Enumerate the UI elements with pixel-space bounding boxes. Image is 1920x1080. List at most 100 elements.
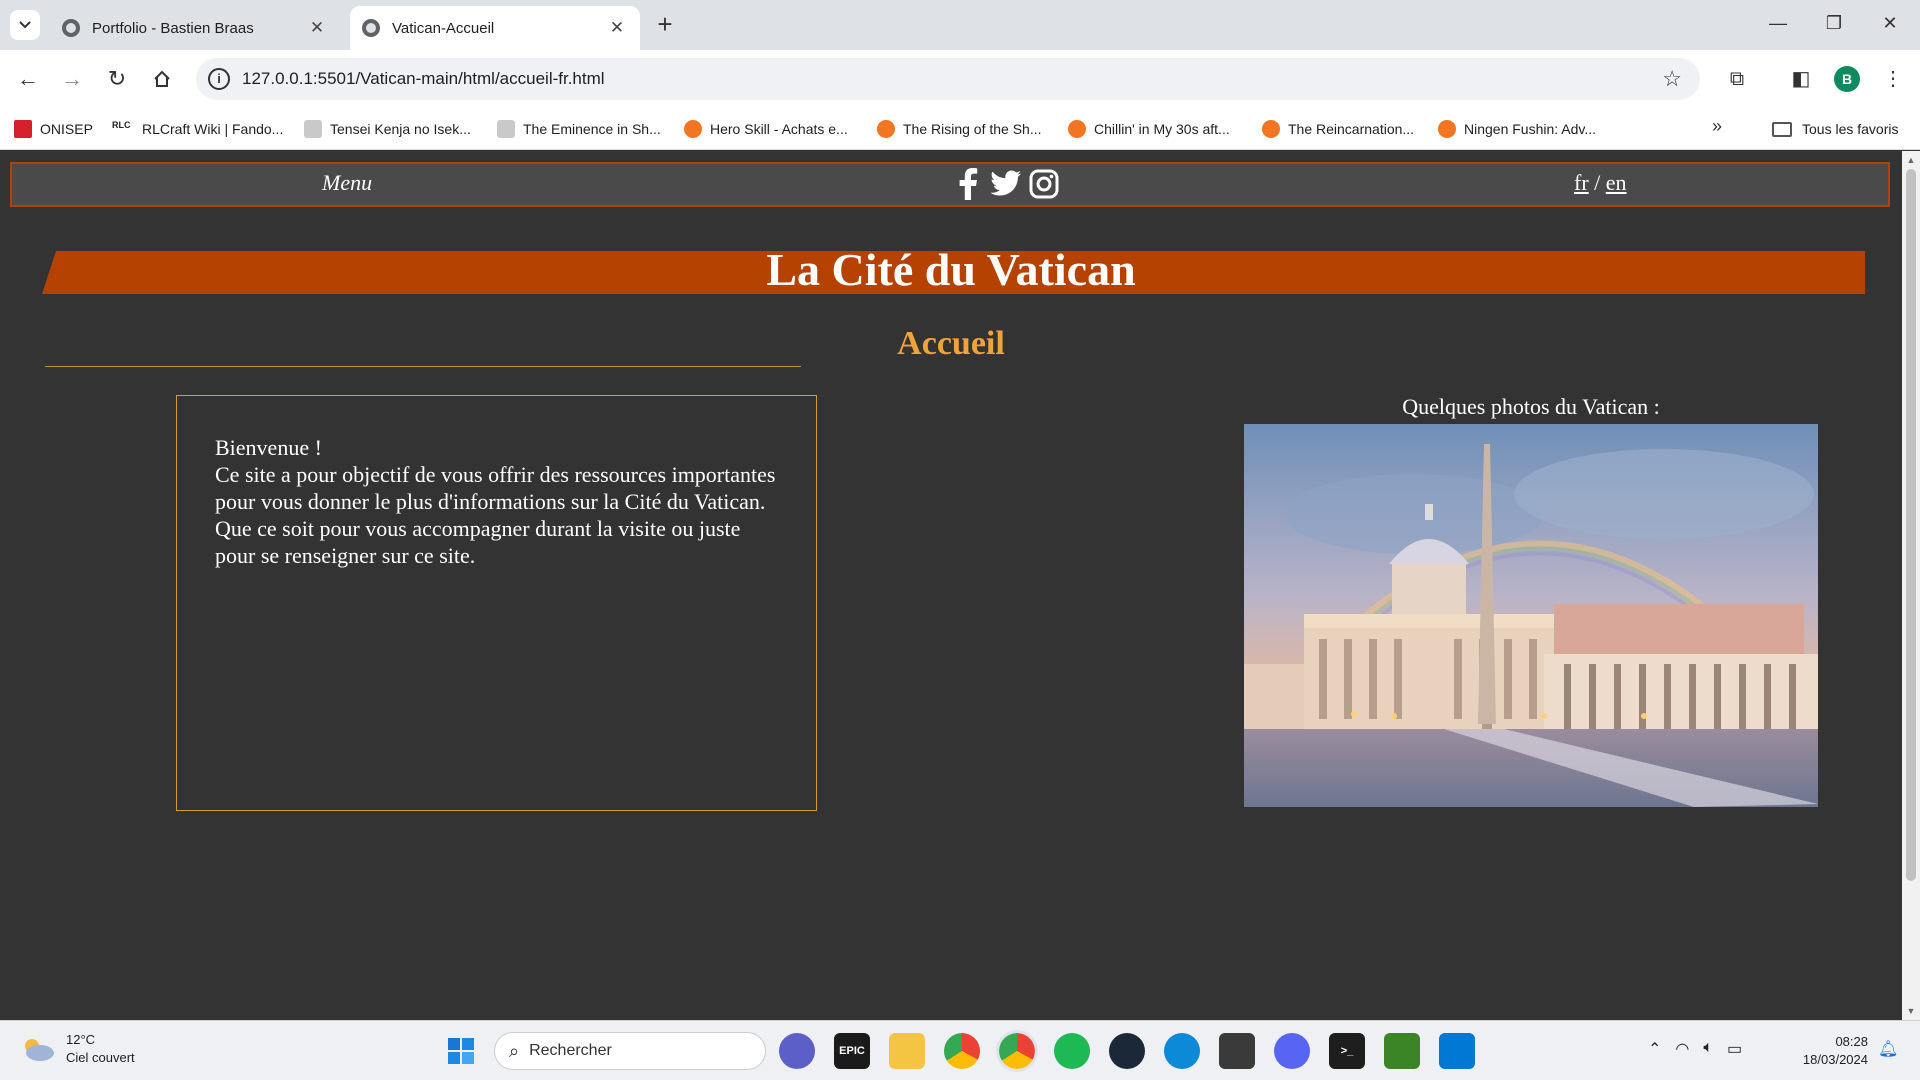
volume-icon[interactable]: 🔈︎ <box>1703 1039 1713 1059</box>
page-title: La Cité du Vatican <box>766 244 1136 295</box>
scrollbar-thumb[interactable] <box>1906 169 1916 881</box>
bookmark-rlcraft[interactable]: RLC RLCraft Wiki | Fando... <box>112 116 283 142</box>
reload-button[interactable]: ↻ <box>101 63 133 95</box>
tab-search-button[interactable] <box>10 10 40 40</box>
tab-title: Portfolio - Bastien Braas <box>92 19 254 37</box>
manga-icon <box>497 120 515 138</box>
close-tab-icon[interactable]: ✕ <box>306 18 328 38</box>
close-window-button[interactable]: ✕ <box>1870 8 1910 38</box>
weather-desc: Ciel couvert <box>66 1050 135 1065</box>
bookmark-label: The Eminence in Sh... <box>523 121 661 137</box>
search-icon: ⌕ <box>509 1040 520 1061</box>
bookmark-label: The Rising of the Sh... <box>903 121 1042 137</box>
bookmark-eminence[interactable]: The Eminence in Sh... <box>497 116 661 142</box>
vscode-icon[interactable] <box>1439 1033 1475 1069</box>
clock-date: 18/03/2024 <box>1802 1052 1868 1067</box>
minimize-button[interactable]: — <box>1758 8 1798 38</box>
clock-time: 08:28 <box>1835 1034 1868 1049</box>
restore-button[interactable]: ❐ <box>1814 8 1854 38</box>
tab-vatican-accueil[interactable]: Vatican-Accueil ✕ <box>350 6 640 50</box>
welcome-text: Que ce soit pour vous accompagner durant… <box>215 516 741 568</box>
menu-link[interactable]: Menu <box>322 170 372 196</box>
steam-icon[interactable] <box>1109 1033 1145 1069</box>
wifi-icon[interactable]: ◠ <box>1675 1039 1689 1059</box>
search-placeholder: Rechercher <box>529 1042 612 1059</box>
social-links <box>952 167 1060 201</box>
divider <box>45 366 801 367</box>
weather-widget[interactable]: 12°C Ciel couvert <box>20 1031 135 1067</box>
rlc-icon: RLC <box>112 120 131 130</box>
bookmark-chillin[interactable]: Chillin' in My 30s aft... <box>1068 116 1230 142</box>
windows-icon <box>448 1038 474 1064</box>
bookmark-onisep[interactable]: ONISEP <box>14 116 93 142</box>
chrome-icon[interactable] <box>944 1033 980 1069</box>
lang-fr-link[interactable]: fr <box>1574 170 1589 195</box>
forward-button[interactable]: → <box>56 63 88 95</box>
profile-avatar[interactable]: B <box>1834 66 1860 92</box>
instagram-icon[interactable] <box>1028 167 1060 201</box>
bookmark-ningen[interactable]: Ningen Fushin: Adv... <box>1438 116 1596 142</box>
tab-portfolio[interactable]: Portfolio - Bastien Braas ✕ <box>50 6 340 50</box>
scroll-up-icon[interactable]: ▲ <box>1906 155 1916 165</box>
bookmarks-bar: ONISEP RLC RLCraft Wiki | Fando... Tense… <box>0 108 1920 150</box>
tab-title: Vatican-Accueil <box>392 19 495 37</box>
page-scrollbar[interactable]: ▲ ▼ <box>1902 151 1920 1020</box>
bookmark-label: RLCraft Wiki | Fando... <box>142 121 284 137</box>
site-navbar: Menu fr / en <box>10 162 1890 207</box>
bookmark-label: Tensei Kenja no Isek... <box>330 121 471 137</box>
notification-bell-icon[interactable]: 🔔︎ <box>1878 1039 1898 1059</box>
taskbar-search[interactable]: ⌕ Rechercher <box>494 1032 766 1070</box>
windows-start-button[interactable] <box>443 1033 479 1069</box>
side-panel-icon[interactable]: ◧ <box>1786 64 1816 94</box>
bookmark-label: ONISEP <box>40 121 93 137</box>
bookmark-tensei[interactable]: Tensei Kenja no Isek... <box>304 116 471 142</box>
chevron-up-icon[interactable]: ⌃ <box>1648 1039 1661 1059</box>
new-tab-button[interactable]: + <box>650 10 680 40</box>
crunchyroll-icon <box>877 120 895 138</box>
welcome-text: Ce site a pour objectif de vous offrir d… <box>215 462 776 514</box>
minecraft-icon[interactable] <box>1384 1033 1420 1069</box>
all-bookmarks-button[interactable]: Tous les favoris <box>1772 116 1898 142</box>
cloud-icon <box>25 1039 54 1061</box>
close-tab-icon[interactable]: ✕ <box>606 18 628 38</box>
terminal-icon[interactable]: >_ <box>1329 1033 1365 1069</box>
scroll-down-icon[interactable]: ▼ <box>1906 1006 1916 1016</box>
game-launcher-icon[interactable] <box>1219 1033 1255 1069</box>
more-menu-icon[interactable]: ⋮ <box>1878 64 1908 94</box>
section-heading: Accueil <box>897 325 1005 362</box>
facebook-icon[interactable] <box>952 167 984 201</box>
url-text: 127.0.0.1:5501/Vatican-main/html/accueil… <box>242 69 605 88</box>
discord-icon[interactable] <box>1274 1033 1310 1069</box>
file-explorer-icon[interactable] <box>889 1033 925 1069</box>
home-button[interactable] <box>146 63 178 95</box>
chrome-profile-icon[interactable] <box>996 1030 1038 1072</box>
battery-icon[interactable]: ▭ <box>1727 1039 1742 1059</box>
home-icon <box>154 70 170 87</box>
teams-chat-icon[interactable] <box>779 1033 815 1069</box>
more-bookmarks-icon[interactable]: » <box>1712 116 1722 137</box>
bookmark-rising[interactable]: The Rising of the Sh... <box>877 116 1042 142</box>
lang-en-link[interactable]: en <box>1606 170 1627 195</box>
bookmark-label: Ningen Fushin: Adv... <box>1464 121 1597 137</box>
system-clock[interactable]: 08:28 18/03/2024 <box>1780 1033 1868 1069</box>
bookmark-reincarnation[interactable]: The Reincarnation... <box>1262 116 1414 142</box>
bookmark-star-icon[interactable]: ☆ <box>1662 66 1682 92</box>
bookmark-label: The Reincarnation... <box>1288 121 1415 137</box>
windows-taskbar: 12°C Ciel couvert ⌕ Rechercher EPIC >_ ⌃… <box>0 1020 1920 1080</box>
language-switcher: fr / en <box>1574 170 1627 196</box>
epic-games-icon[interactable]: EPIC <box>834 1033 870 1069</box>
crunchyroll-icon <box>1068 120 1086 138</box>
extensions-icon[interactable]: ⧉ <box>1722 64 1752 94</box>
chevron-down-icon <box>19 21 31 29</box>
manga-icon <box>304 120 322 138</box>
bookmark-label: Chillin' in My 30s aft... <box>1094 121 1230 137</box>
spotify-icon[interactable] <box>1054 1033 1090 1069</box>
tab-strip: Portfolio - Bastien Braas ✕ Vatican-Accu… <box>0 0 1920 50</box>
twitter-icon[interactable] <box>990 167 1022 201</box>
back-button[interactable]: ← <box>12 63 44 95</box>
bookmark-hero-skill[interactable]: Hero Skill - Achats e... <box>684 116 848 142</box>
edge-icon[interactable] <box>1164 1033 1200 1069</box>
site-info-icon[interactable]: i <box>208 68 230 90</box>
system-tray: ⌃ ◠ 🔈︎ ▭ <box>1648 1039 1742 1059</box>
address-bar[interactable]: i 127.0.0.1:5501/Vatican-main/html/accue… <box>196 58 1700 100</box>
